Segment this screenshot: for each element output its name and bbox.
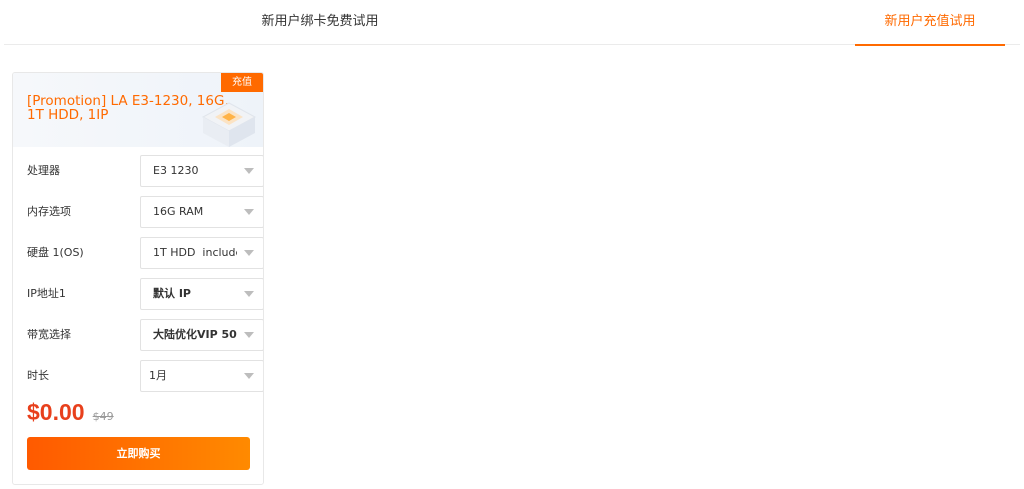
option-row-disk: 硬盘 1(OS) 1T HDD included <box>27 237 263 269</box>
product-card: 充值 [Promotion] LA E3-1230, 16G, 1T HDD, … <box>12 72 264 485</box>
tab-label: 新用户充值试用 <box>884 14 976 29</box>
option-row-ip: IP地址1 默认 IP <box>27 278 263 310</box>
caret-down-icon <box>244 209 254 215</box>
option-row-bandwidth: 带宽选择 大陆优化VIP 50M <box>27 319 263 351</box>
disk-select[interactable]: 1T HDD included <box>140 237 263 269</box>
option-label: 处理器 <box>27 164 60 177</box>
option-row-duration: 时长 1月 <box>27 360 263 392</box>
option-label: 时长 <box>27 369 49 382</box>
bandwidth-select[interactable]: 大陆优化VIP 50M <box>140 319 263 351</box>
current-price: $0.00 <box>27 399 85 425</box>
caret-down-icon <box>244 332 254 338</box>
option-row-cpu: 处理器 E3 1230 <box>27 155 263 187</box>
option-label: 内存选项 <box>27 205 71 218</box>
card-header: 充值 [Promotion] LA E3-1230, 16G, 1T HDD, … <box>13 73 263 147</box>
select-value: 1月 <box>149 369 167 382</box>
select-value: E3 1230 <box>153 164 199 177</box>
option-label: 硬盘 1(OS) <box>27 246 84 259</box>
select-value: 1T HDD included <box>153 246 237 259</box>
option-row-memory: 内存选项 16G RAM <box>27 196 263 228</box>
select-value: 大陆优化VIP 50M <box>153 328 237 341</box>
cpu-select[interactable]: E3 1230 <box>140 155 263 187</box>
server-illustration-icon <box>201 102 257 147</box>
tab-bar: 新用户绑卡免费试用 新用户充值试用 <box>4 0 1020 46</box>
tab-recharge-trial[interactable]: 新用户充值试用 <box>855 0 1005 46</box>
select-value: 16G RAM <box>153 205 204 218</box>
buy-now-button[interactable]: 立即购买 <box>27 437 250 470</box>
option-label: 带宽选择 <box>27 328 71 341</box>
caret-down-icon <box>244 168 254 174</box>
original-price: $49 <box>92 410 114 423</box>
caret-down-icon <box>244 250 254 256</box>
caret-down-icon <box>244 373 254 379</box>
caret-down-icon <box>244 291 254 297</box>
select-value: 默认 IP <box>153 287 191 300</box>
option-label: IP地址1 <box>27 287 66 300</box>
memory-select[interactable]: 16G RAM <box>140 196 263 228</box>
price-display: $0.00 $49 <box>27 399 114 429</box>
duration-select[interactable]: 1月 <box>140 360 263 392</box>
tab-label: 新用户绑卡免费试用 <box>261 14 379 29</box>
active-tab-indicator <box>855 44 1005 46</box>
ip-select[interactable]: 默认 IP <box>140 278 263 310</box>
tab-free-trial-card-binding[interactable]: 新用户绑卡免费试用 <box>240 0 400 45</box>
recharge-badge: 充值 <box>221 73 263 92</box>
